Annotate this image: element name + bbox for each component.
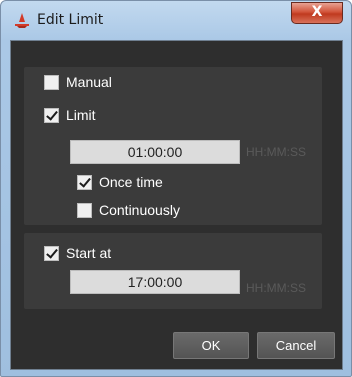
cancel-button[interactable]: Cancel	[257, 332, 335, 359]
close-icon: X	[311, 4, 323, 20]
edit-limit-dialog: Edit Limit X Manual Limit 01:00:00 HH:MM…	[0, 0, 352, 377]
continuously-checkbox[interactable]	[77, 202, 92, 218]
limit-label: Limit	[66, 107, 96, 123]
manual-label: Manual	[66, 74, 112, 90]
window-title: Edit Limit	[37, 12, 104, 28]
once-time-option[interactable]: Once time	[77, 174, 163, 190]
manual-option[interactable]: Manual	[44, 74, 112, 90]
start-at-option[interactable]: Start at	[44, 245, 111, 261]
start-at-checkbox[interactable]	[44, 245, 59, 261]
limit-option[interactable]: Limit	[44, 107, 96, 123]
manual-checkbox[interactable]	[44, 74, 59, 90]
continuously-option[interactable]: Continuously	[77, 202, 180, 218]
limit-time-input[interactable]: 01:00:00	[70, 140, 240, 164]
once-time-checkbox[interactable]	[77, 174, 92, 190]
limit-format-hint: HH:MM:SS	[246, 145, 306, 159]
once-time-label: Once time	[99, 174, 163, 190]
start-at-time-input[interactable]: 17:00:00	[70, 270, 240, 294]
ok-button[interactable]: OK	[173, 332, 249, 359]
close-button[interactable]: X	[291, 2, 343, 24]
start-at-format-hint: HH:MM:SS	[246, 281, 306, 295]
limit-checkbox[interactable]	[44, 107, 59, 123]
red-cone-icon	[15, 13, 29, 28]
title-bar[interactable]: Edit Limit X	[1, 1, 351, 39]
continuously-label: Continuously	[99, 202, 180, 218]
start-at-label: Start at	[66, 245, 112, 261]
dialog-body: Manual Limit 01:00:00 HH:MM:SS Once time…	[10, 40, 343, 370]
